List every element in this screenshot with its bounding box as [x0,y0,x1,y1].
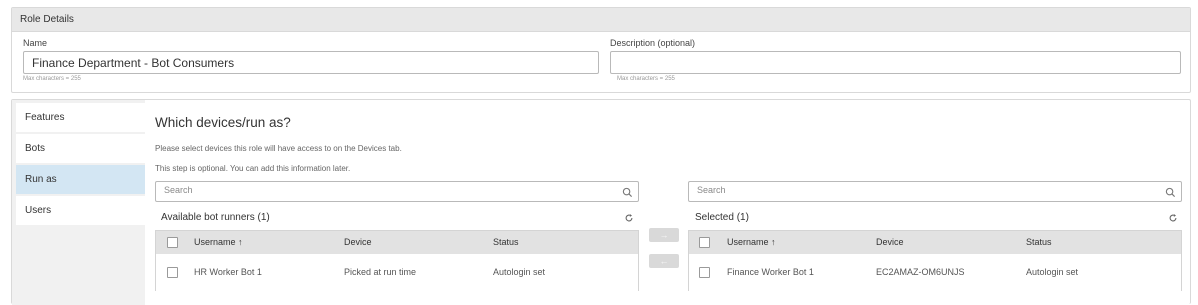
name-label: Name [23,38,48,48]
available-search [155,181,639,202]
nav-item-bots[interactable]: Bots [16,134,145,163]
row-status: Autologin set [1026,267,1079,277]
table-header: Username ↑ Device Status [689,231,1181,254]
column-username[interactable]: Username ↑ [194,237,243,248]
nav-item-features[interactable]: Features [16,103,145,132]
table-row[interactable]: HR Worker Bot 1 Picked at run time Autol… [156,254,638,291]
search-icon[interactable] [1165,187,1176,198]
selected-list-title: Selected (1) [695,212,749,223]
row-checkbox[interactable] [167,267,178,278]
description-max-chars-hint: Max characters = 255 [617,76,675,82]
search-icon[interactable] [622,187,633,198]
row-username: Finance Worker Bot 1 [727,267,814,277]
row-device: EC2AMAZ-OM6UNJS [876,267,965,277]
role-details-panel: Role Details Name Max characters = 255 D… [11,7,1191,93]
role-wizard-panel: Features Bots Run as Users Which devices… [11,99,1191,305]
add-selected-button[interactable]: → [649,228,679,242]
row-username: HR Worker Bot 1 [194,267,262,277]
remove-selected-button[interactable]: ← [649,254,679,268]
nav-item-run-as[interactable]: Run as [16,165,145,194]
step-optional-note: This step is optional. You can add this … [155,164,351,173]
column-username[interactable]: Username ↑ [727,237,776,248]
description-input[interactable] [610,51,1181,74]
table-row[interactable]: Finance Worker Bot 1 EC2AMAZ-OM6UNJS Aut… [689,254,1181,291]
step-title: Which devices/run as? [155,115,291,130]
column-status[interactable]: Status [1026,237,1052,248]
column-device[interactable]: Device [876,237,904,248]
refresh-icon[interactable] [624,213,634,223]
row-device: Picked at run time [344,267,417,277]
step-instruction: Please select devices this role will hav… [155,144,402,153]
available-list-title: Available bot runners (1) [161,212,270,223]
table-header: Username ↑ Device Status [156,231,638,254]
select-all-checkbox[interactable] [699,237,710,248]
selected-search [688,181,1182,202]
name-max-chars-hint: Max characters = 255 [23,76,81,82]
refresh-icon[interactable] [1168,213,1178,223]
name-input[interactable] [23,51,599,74]
side-nav: Features Bots Run as Users [12,100,145,305]
selected-search-input[interactable] [697,185,1140,195]
nav-item-users[interactable]: Users [16,196,145,225]
selected-table: Username ↑ Device Status Finance Worker … [688,230,1182,291]
row-checkbox[interactable] [699,267,710,278]
select-all-checkbox[interactable] [167,237,178,248]
column-status[interactable]: Status [493,237,519,248]
column-device[interactable]: Device [344,237,372,248]
role-details-header: Role Details [12,8,1190,32]
available-search-input[interactable] [164,185,598,195]
description-label: Description (optional) [610,38,696,48]
available-table: Username ↑ Device Status HR Worker Bot 1… [155,230,639,291]
row-status: Autologin set [493,267,546,277]
